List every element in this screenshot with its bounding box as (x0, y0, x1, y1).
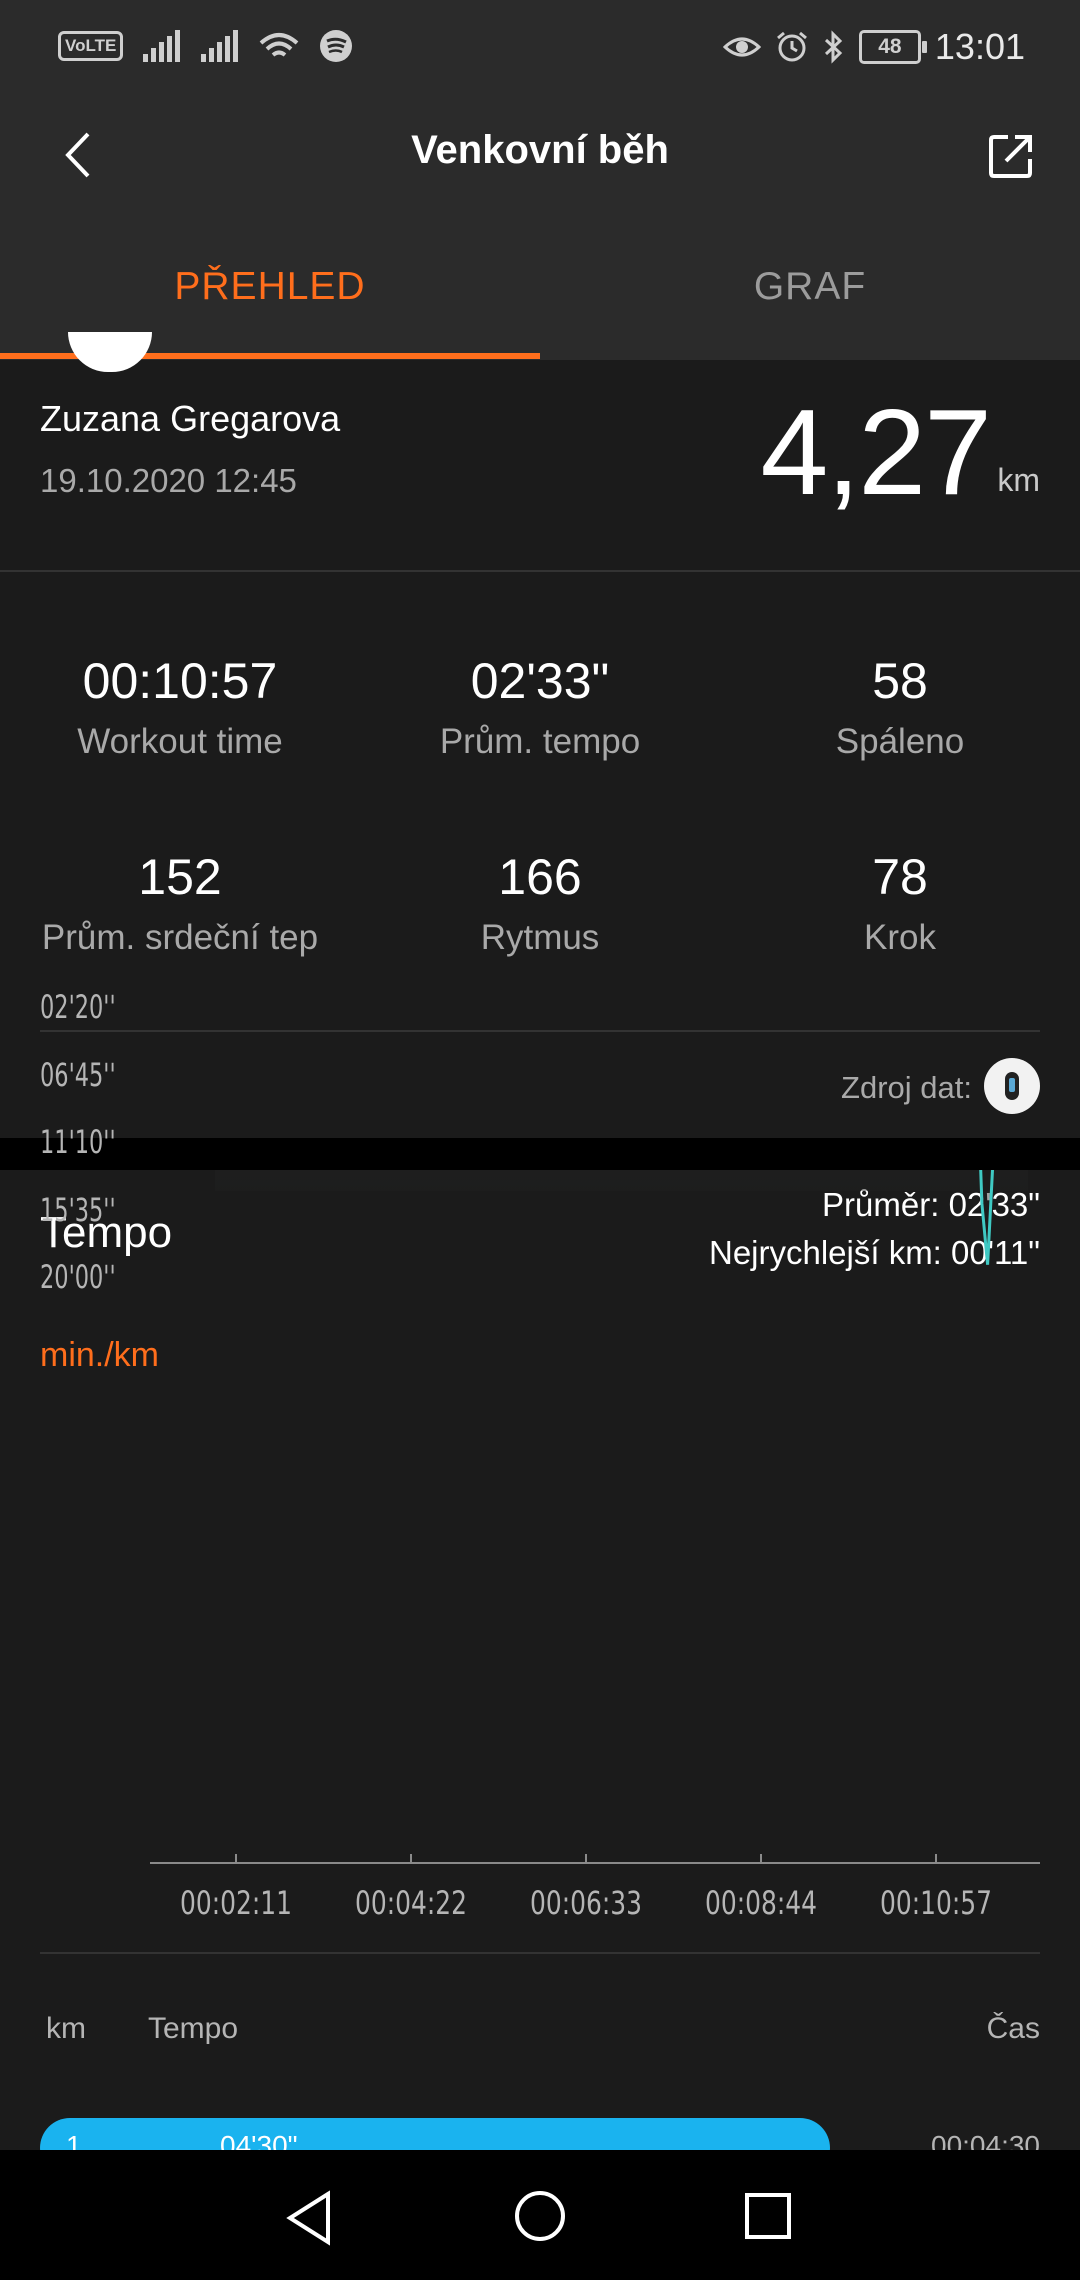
stat-value-calories: 58 (872, 653, 928, 709)
workout-datetime: 19.10.2020 12:45 (40, 462, 297, 499)
y-tick-label: 02'20'' (40, 988, 116, 1026)
stat-value-workout-time: 00:10:57 (82, 653, 278, 709)
x-tick-label: 00:06:33 (530, 1884, 642, 1922)
x-tick-label: 00:02:11 (180, 1884, 292, 1922)
stat-label-heart-rate: Prům. srdeční tep (41, 918, 319, 957)
splits-col-km: km (46, 2012, 86, 2045)
eye-comfort-icon (722, 37, 761, 57)
nav-back-icon[interactable] (284, 2190, 334, 2246)
distance-unit: km (997, 462, 1040, 498)
tab-overview[interactable]: PŘEHLED (0, 265, 540, 309)
distance-value: 4,27 (760, 384, 992, 520)
splits-col-time: Čas (986, 2012, 1040, 2045)
bluetooth-icon (824, 30, 843, 64)
divider (40, 1030, 1040, 1032)
wifi-icon (259, 33, 299, 57)
x-tick-label: 00:10:57 (880, 1884, 992, 1922)
stat-value-heart-rate: 152 (138, 849, 222, 905)
divider (40, 1952, 1040, 1954)
signal-icon (143, 30, 181, 62)
stat-value-avg-pace: 02'33" (470, 653, 610, 709)
x-tick-label: 00:08:44 (705, 1884, 817, 1922)
y-tick-label: 06'45'' (40, 1055, 116, 1094)
status-bar-right: 48 13:01 (722, 22, 1025, 72)
stat-value-cadence: 166 (498, 849, 582, 905)
battery-icon: 48 (858, 30, 927, 64)
alarm-icon (776, 31, 807, 62)
spotify-icon (320, 30, 353, 62)
volte-icon: VoLTE (58, 31, 124, 61)
stat-label-cadence: Rytmus (480, 918, 600, 957)
signal-icon-2 (201, 30, 239, 62)
top-app-bar: VoLTE 48 13:01 Venkovní běh PŘEHLED GRAF (0, 0, 1080, 360)
share-icon[interactable] (988, 133, 1034, 179)
stat-label-workout-time: Workout time (77, 722, 283, 761)
status-time: 13:01 (934, 26, 1025, 67)
stats-panel: 00:10:57 Workout time 02'33" Prům. tempo… (0, 572, 1080, 1138)
data-source-label: Zdroj dat: (841, 1070, 972, 1105)
stat-label-avg-pace: Prům. tempo (439, 722, 641, 761)
x-tick-label: 00:04:22 (355, 1884, 467, 1922)
stat-value-stride: 78 (872, 849, 928, 905)
nav-recents-icon[interactable] (744, 2192, 792, 2240)
tempo-panel: Tempo Průměr: 02'33" Nejrychlejší km: 00… (0, 988, 1080, 2178)
tab-graph[interactable]: GRAF (540, 265, 1080, 309)
splits-col-tempo: Tempo (148, 2012, 239, 2045)
pace-chart: 00:02:11 00:04:22 00:06:33 00:08:44 00:10:57 (150, 1170, 1040, 1922)
system-nav-bar (0, 2150, 1080, 2280)
user-name: Zuzana Gregarova (40, 398, 341, 439)
pace-area (215, 1170, 1028, 1265)
stat-label-stride: Krok (864, 918, 936, 957)
stat-label-calories: Spáleno (835, 722, 965, 761)
summary-panel: Zuzana Gregarova 19.10.2020 12:45 4,27 k… (0, 332, 1080, 570)
avatar (68, 332, 152, 372)
y-tick-label: 11'10'' (40, 1123, 116, 1161)
page-title: Venkovní běh (411, 128, 669, 172)
status-bar-left: VoLTE (58, 26, 353, 66)
device-icon[interactable] (984, 1058, 1040, 1114)
nav-home-icon[interactable] (514, 2190, 566, 2242)
